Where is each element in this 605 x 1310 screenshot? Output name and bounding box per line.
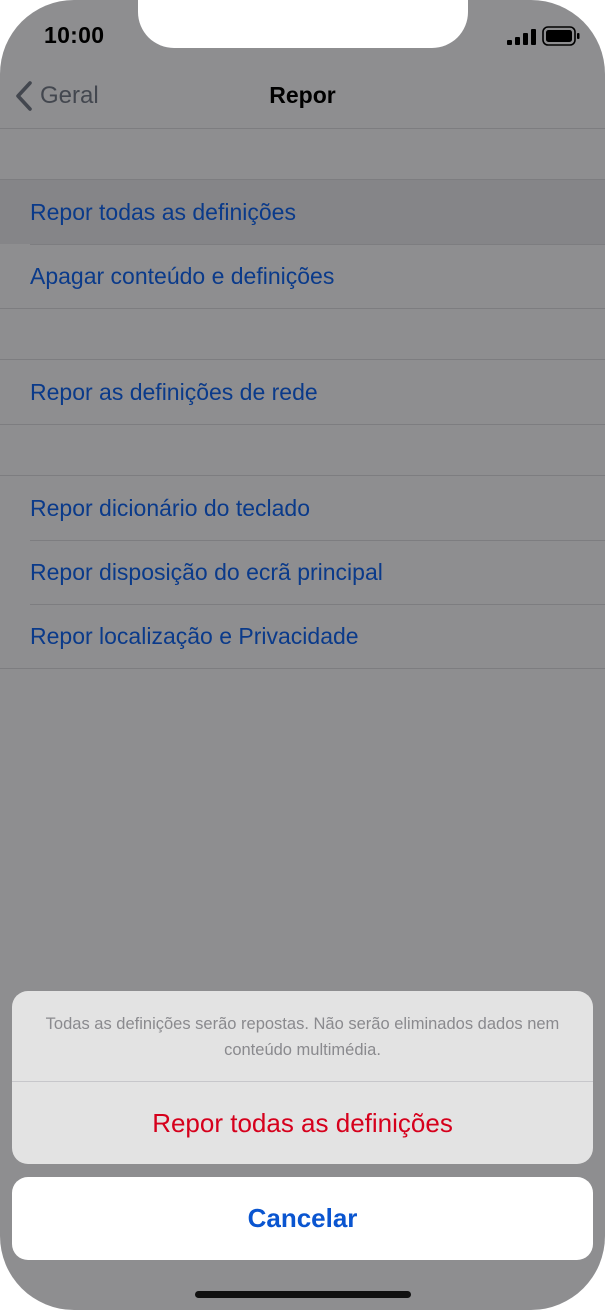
home-indicator[interactable] bbox=[195, 1291, 411, 1298]
list-item-label: Repor todas as definições bbox=[30, 198, 296, 225]
action-sheet-message: Todas as definições serão repostas. Não … bbox=[45, 1015, 560, 1059]
reset-all-settings-confirm-button[interactable]: Repor todas as definições bbox=[12, 1082, 593, 1164]
battery-icon bbox=[542, 26, 580, 46]
navigation-bar: Geral Repor bbox=[0, 62, 605, 129]
list-item-reset-network-settings[interactable]: Repor as definições de rede bbox=[0, 360, 605, 424]
list-item-reset-location-privacy[interactable]: Repor localização e Privacidade bbox=[0, 604, 605, 668]
reset-group-1: Repor todas as definições Apagar conteúd… bbox=[0, 179, 605, 309]
list-item-label: Repor disposição do ecrã principal bbox=[30, 558, 383, 585]
cancel-button[interactable]: Cancelar bbox=[12, 1177, 593, 1260]
list-item-erase-content-settings[interactable]: Apagar conteúdo e definições bbox=[0, 244, 605, 308]
list-item-label: Apagar conteúdo e definições bbox=[30, 262, 335, 289]
list-item-label: Repor localização e Privacidade bbox=[30, 622, 359, 649]
action-sheet: Todas as definições serão repostas. Não … bbox=[12, 991, 593, 1164]
status-time: 10:00 bbox=[44, 22, 105, 48]
list-item-label: Repor as definições de rede bbox=[30, 378, 318, 405]
list-item-reset-home-screen-layout[interactable]: Repor disposição do ecrã principal bbox=[0, 540, 605, 604]
reset-group-2: Repor as definições de rede bbox=[0, 359, 605, 425]
cellular-signal-icon bbox=[507, 29, 536, 45]
list-item-label: Repor dicionário do teclado bbox=[30, 494, 311, 521]
phone-screen: 10:00 Geral Repor Repor todas as definiç… bbox=[0, 0, 605, 1310]
list-item-reset-all-settings[interactable]: Repor todas as definições bbox=[0, 180, 605, 244]
reset-group-3: Repor dicionário do teclado Repor dispos… bbox=[0, 475, 605, 669]
list-item-reset-keyboard-dictionary[interactable]: Repor dicionário do teclado bbox=[0, 476, 605, 540]
device-notch bbox=[138, 0, 468, 48]
page-title: Repor bbox=[269, 82, 336, 108]
